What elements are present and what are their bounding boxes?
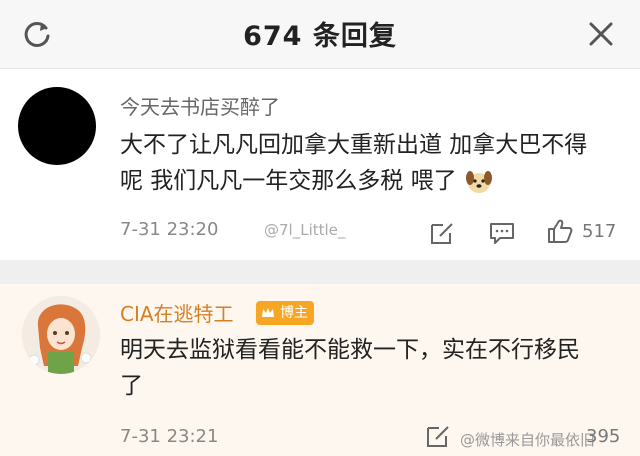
comment-text: 大不了让凡凡回加拿大重新出道 加拿大巴不得呢 我们凡凡一年交那么多税 喂了 <box>120 127 600 199</box>
comment-username[interactable]: 今天去书店买醉了 <box>120 91 280 120</box>
edit-icon[interactable] <box>424 422 452 450</box>
dog-emoji-icon <box>465 170 492 193</box>
comment-item: 今天去书店买醉了 大不了让凡凡回加拿大重新出道 加拿大巴不得呢 我们凡凡一年交那… <box>0 69 640 260</box>
page-title: 674 条回复 <box>243 21 397 52</box>
comment-username[interactable]: CIA在逃特工 <box>120 298 234 327</box>
header-bar: 674 条回复 <box>0 0 640 69</box>
avatar[interactable] <box>22 296 100 374</box>
comment-item: CIA在逃特工 博主 明天去监狱看看能不能救一下，实在不行移民了 7-31 23… <box>0 284 640 456</box>
like-count: 517 <box>582 221 617 242</box>
watermark: @7l_Little_ <box>264 221 346 239</box>
crown-icon <box>262 308 274 317</box>
watermark: @微博来自你最依旧 <box>460 431 596 449</box>
comment-time: 7-31 23:20 <box>120 219 219 240</box>
close-icon[interactable] <box>586 19 616 49</box>
divider <box>0 260 640 284</box>
thumbs-up-icon[interactable] <box>546 217 574 245</box>
comment-time: 7-31 23:21 <box>120 426 219 447</box>
comment-icon[interactable] <box>488 219 516 247</box>
badge-label: 博主 <box>280 305 308 321</box>
avatar[interactable] <box>18 87 96 165</box>
blogger-badge: 博主 <box>256 301 314 325</box>
comment-text-content: 大不了让凡凡回加拿大重新出道 加拿大巴不得呢 我们凡凡一年交那么多税 喂了 <box>120 132 588 194</box>
anime-avatar-icon <box>22 296 100 374</box>
edit-icon[interactable] <box>428 219 456 247</box>
like-count: 395 <box>586 426 621 447</box>
comment-text: 明天去监狱看看能不能救一下，实在不行移民了 <box>120 337 580 399</box>
